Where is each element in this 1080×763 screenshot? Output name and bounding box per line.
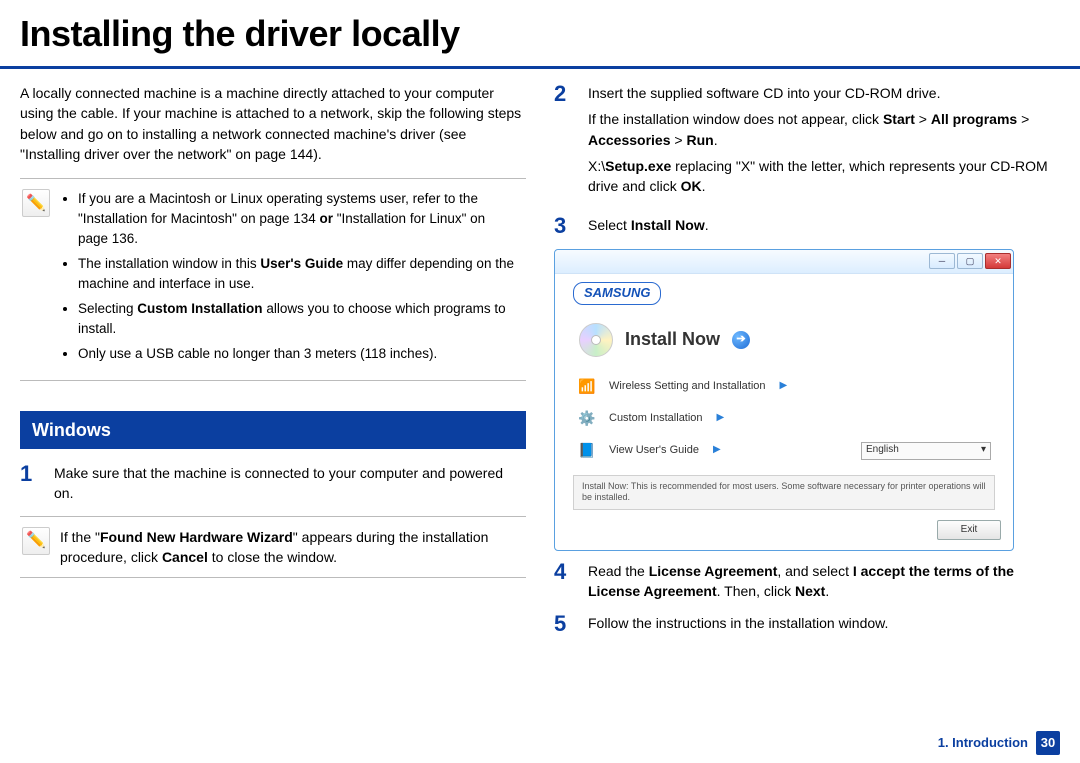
wireless-row[interactable]: 📶 Wireless Setting and Installation ▶	[573, 371, 995, 403]
chapter-label: 1. Introduction	[938, 734, 1028, 753]
step-2: 2 Insert the supplied software CD into y…	[554, 83, 1060, 202]
step-1: 1 Make sure that the machine is connecte…	[20, 463, 526, 504]
note-box-2: ✏️ If the "Found New Hardware Wizard" ap…	[20, 516, 526, 579]
chevron-down-icon: ▾	[981, 443, 986, 458]
minimize-button[interactable]: ─	[929, 253, 955, 269]
step-5: 5 Follow the instructions in the install…	[554, 613, 1060, 635]
note-item: The installation window in this User's G…	[78, 254, 518, 293]
exit-button[interactable]: Exit	[937, 520, 1001, 540]
language-select[interactable]: English ▾	[861, 442, 991, 460]
note-icon: ✏️	[22, 527, 50, 555]
book-icon: 📘	[577, 441, 597, 461]
wireless-label: Wireless Setting and Installation	[609, 379, 766, 395]
intro-paragraph: A locally connected machine is a machine…	[20, 83, 526, 164]
note-item: If you are a Macintosh or Linux operatin…	[78, 189, 518, 248]
guide-row[interactable]: 📘 View User's Guide ▶ English ▾	[573, 435, 995, 467]
windows-subheader: Windows	[20, 411, 526, 449]
custom-label: Custom Installation	[609, 411, 703, 427]
dialog-footer: Exit	[555, 520, 1013, 550]
close-button[interactable]: ✕	[985, 253, 1011, 269]
note-text: If the "Found New Hardware Wizard" appea…	[60, 527, 518, 568]
step-body: Insert the supplied software CD into you…	[588, 83, 1060, 202]
note-icon: ✏️	[22, 189, 50, 217]
arrow-circle-icon: ➔	[732, 331, 750, 349]
note-list: If you are a Macintosh or Linux operatin…	[60, 189, 518, 364]
dialog-titlebar: ─ ▢ ✕	[555, 250, 1013, 274]
note-box-1: ✏️ If you are a Macintosh or Linux opera…	[20, 178, 526, 381]
content-columns: A locally connected machine is a machine…	[0, 83, 1080, 647]
gears-icon: ⚙️	[577, 409, 597, 429]
page-title: Installing the driver locally	[0, 0, 1080, 66]
step-body: Make sure that the machine is connected …	[54, 463, 526, 504]
install-now-label: Install Now	[625, 326, 720, 352]
chevron-right-icon: ▶	[717, 411, 725, 426]
step-number: 4	[554, 561, 574, 583]
language-value: English	[866, 443, 899, 458]
right-column: 2 Insert the supplied software CD into y…	[554, 83, 1060, 647]
step-body: Follow the instructions in the installat…	[588, 613, 1060, 633]
chevron-right-icon: ▶	[780, 379, 788, 394]
step-3: 3 Select Install Now.	[554, 215, 1060, 237]
page-number: 30	[1036, 731, 1060, 755]
note-item: Selecting Custom Installation allows you…	[78, 299, 518, 338]
custom-row[interactable]: ⚙️ Custom Installation ▶	[573, 403, 995, 435]
step-4: 4 Read the License Agreement, and select…	[554, 561, 1060, 602]
step-body: Select Install Now.	[588, 215, 1060, 235]
title-rule	[0, 66, 1080, 69]
step-number: 5	[554, 613, 574, 635]
note-item: Only use a USB cable no longer than 3 me…	[78, 344, 518, 364]
samsung-logo: SAMSUNG	[573, 282, 661, 305]
install-now-row[interactable]: Install Now ➔	[573, 319, 995, 371]
maximize-button[interactable]: ▢	[957, 253, 983, 269]
chevron-right-icon: ▶	[713, 443, 721, 458]
page-footer: 1. Introduction 30	[938, 731, 1060, 755]
guide-label: View User's Guide	[609, 443, 699, 459]
dialog-info-text: Install Now: This is recommended for mos…	[573, 475, 995, 510]
left-column: A locally connected machine is a machine…	[20, 83, 526, 647]
step-body: Read the License Agreement, and select I…	[588, 561, 1060, 602]
step-number: 3	[554, 215, 574, 237]
step-number: 1	[20, 463, 40, 485]
step-number: 2	[554, 83, 574, 105]
dialog-body: SAMSUNG Install Now ➔ 📶 Wireless Setting…	[555, 274, 1013, 510]
cd-icon	[579, 323, 613, 357]
installer-dialog: ─ ▢ ✕ SAMSUNG Install Now ➔ 📶 Wireless S…	[554, 249, 1014, 551]
wireless-icon: 📶	[577, 377, 597, 397]
